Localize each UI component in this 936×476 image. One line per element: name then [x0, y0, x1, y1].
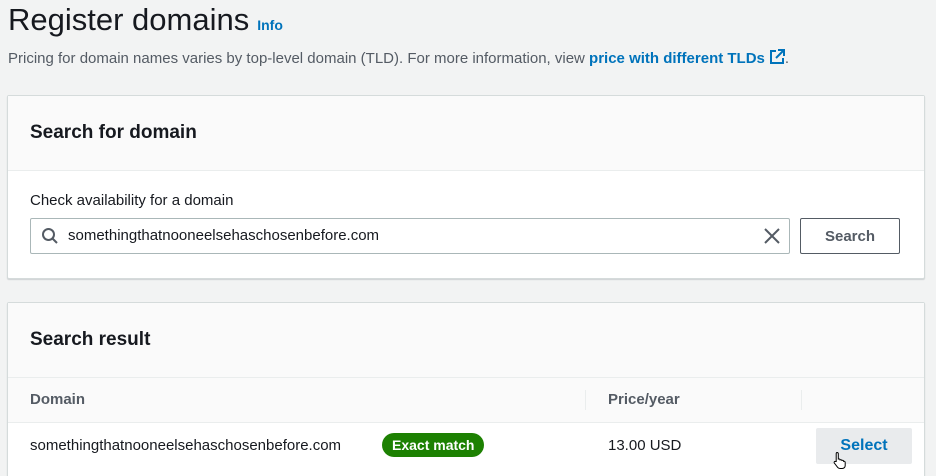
tld-price-link[interactable]: price with different TLDs: [589, 49, 785, 67]
domain-search-input[interactable]: somethingthatnooneelsehaschosenbefore.co…: [30, 218, 790, 254]
register-domains-page: Register domains Info Pricing for domain…: [0, 0, 936, 476]
page-title: Register domains: [8, 2, 250, 37]
search-icon: [41, 227, 59, 250]
search-domain-panel: Search for domain Check availability for…: [7, 95, 925, 279]
result-panel-header: Search result: [8, 303, 924, 378]
search-panel-title: Search for domain: [30, 122, 197, 143]
table-row: somethingthatnooneelsehaschosenbefore.co…: [8, 423, 924, 469]
clear-icon[interactable]: [763, 227, 781, 250]
column-divider: [585, 390, 586, 410]
search-result-panel: Search result Domain Price/year somethin…: [7, 302, 925, 476]
column-header-price[interactable]: Price/year: [608, 391, 680, 408]
result-table-header: Domain Price/year: [8, 378, 924, 423]
page-description: Pricing for domain names varies by top-l…: [8, 49, 789, 71]
domain-field-label: Check availability for a domain: [30, 192, 234, 209]
domain-search-value[interactable]: somethingthatnooneelsehaschosenbefore.co…: [68, 227, 379, 244]
search-button[interactable]: Search: [800, 218, 900, 254]
page-header: Register domains Info: [8, 0, 283, 44]
description-suffix: .: [784, 50, 790, 67]
tld-price-link-label: price with different TLDs: [589, 50, 765, 67]
search-panel-header: Search for domain: [8, 96, 924, 171]
result-domain-name: somethingthatnooneelsehaschosenbefore.co…: [30, 437, 342, 454]
info-link[interactable]: Info: [257, 17, 283, 33]
external-link-icon: [769, 49, 785, 71]
exact-match-badge: Exact match: [382, 433, 485, 457]
result-panel-title: Search result: [30, 329, 151, 350]
description-text: Pricing for domain names varies by top-l…: [8, 50, 590, 67]
select-domain-button[interactable]: Select: [816, 428, 912, 464]
pointer-cursor-icon: [832, 451, 848, 474]
column-header-domain[interactable]: Domain: [30, 391, 85, 408]
column-divider: [801, 390, 802, 410]
result-price: 13.00 USD: [608, 437, 682, 454]
